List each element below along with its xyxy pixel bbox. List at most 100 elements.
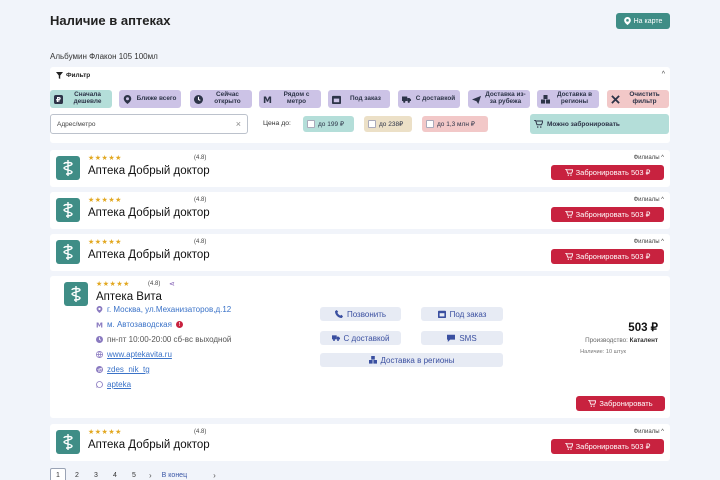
book-label: Забронировать 503 ₽ xyxy=(575,210,651,219)
branches-toggle[interactable]: Филиалы ^ xyxy=(634,197,664,203)
price-option-label: до 1,3 млн ₽ xyxy=(437,121,475,128)
reservable-label: Можно забронировать xyxy=(547,120,620,128)
call-label: Позвонить xyxy=(346,309,387,319)
address-input[interactable]: Адрес/метро × xyxy=(50,114,248,134)
map-button[interactable]: На карте xyxy=(616,13,670,29)
page-5[interactable]: 5 xyxy=(126,468,142,480)
rating-stars: ★★★★★ xyxy=(88,197,122,204)
metro-row: M м. Автозаводская ! xyxy=(96,320,183,329)
page-title: Наличие в аптеках xyxy=(50,13,171,28)
chip-clear-filter[interactable]: Очистить фильтр xyxy=(607,90,669,108)
chip-label: Рядом с метро xyxy=(283,91,310,105)
hours-text: пн-пт 10:00-20:00 сб-вс выходной xyxy=(107,335,232,344)
chip-cheapest-first[interactable]: ₽ Сначала дешевле xyxy=(50,90,112,108)
price-option-238[interactable]: до 238₽ xyxy=(364,116,412,132)
website-link[interactable]: www.aptekavita.ru xyxy=(107,350,172,359)
pharmacy-name[interactable]: Аптека Добрый доктор xyxy=(88,207,210,219)
pharmacy-logo-icon xyxy=(56,156,80,180)
share-icon[interactable]: ⋖ xyxy=(169,280,175,288)
last-page-arrow-icon[interactable]: › xyxy=(213,471,216,480)
pharmacy-logo-icon xyxy=(56,430,80,454)
book-button[interactable]: Забронировать 503 ₽ xyxy=(551,165,664,180)
pharmacy-name[interactable]: Аптека Добрый доктор xyxy=(88,439,210,451)
rating-value: (4.8) xyxy=(194,155,207,161)
price-option-label: до 238₽ xyxy=(379,121,404,128)
boxes-icon xyxy=(368,356,377,364)
manufacturer-label: Производство: xyxy=(585,337,628,344)
price-label: Цена до: xyxy=(263,120,291,127)
chip-delivery-regions[interactable]: Доставка в регионы xyxy=(537,90,599,108)
clear-icon[interactable]: × xyxy=(236,119,241,129)
address-placeholder: Адрес/метро xyxy=(57,120,96,128)
calendar-icon xyxy=(437,310,446,318)
book-button[interactable]: Забронировать xyxy=(576,396,665,411)
call-button[interactable]: Позвонить xyxy=(320,307,401,321)
cart-icon xyxy=(564,211,573,218)
chip-near-metro[interactable]: M Рядом с метро xyxy=(259,90,321,108)
hours-row: пн-пт 10:00-20:00 сб-вс выходной xyxy=(96,335,231,344)
chip-label: Доставка в регионы xyxy=(556,91,593,105)
pharmacy-name[interactable]: Аптека Добрый доктор xyxy=(88,165,210,177)
branches-toggle[interactable]: Филиалы ^ xyxy=(634,239,664,245)
checkbox[interactable] xyxy=(426,120,434,128)
cart-icon xyxy=(588,400,597,407)
truck-icon xyxy=(331,335,340,341)
book-label: Забронировать 503 ₽ xyxy=(575,442,651,451)
telegram-link[interactable]: zdes_nik_tg xyxy=(107,365,150,374)
regional-delivery-label: Доставка в регионы xyxy=(380,355,455,365)
location-pin-icon xyxy=(123,94,132,104)
page-1[interactable]: 1 xyxy=(50,468,66,480)
pharmacy-card: ★★★★★ (4.8) Аптека Добрый доктор Филиалы… xyxy=(50,234,670,271)
location-pin-icon xyxy=(623,17,631,25)
cart-icon xyxy=(564,169,573,176)
pharmacy-name[interactable]: Аптека Добрый доктор xyxy=(88,249,210,261)
sms-button[interactable]: SMS xyxy=(421,331,503,345)
chip-on-order[interactable]: Под заказ xyxy=(328,90,390,108)
collapse-caret-icon[interactable]: ^ xyxy=(662,71,665,78)
filter-header[interactable]: Фильтр xyxy=(56,72,90,79)
page-4[interactable]: 4 xyxy=(107,468,123,480)
rating-stars: ★★★★★ xyxy=(88,155,122,162)
book-button[interactable]: Забронировать 503 ₽ xyxy=(551,207,664,222)
clock-icon xyxy=(96,336,103,343)
page-2[interactable]: 2 xyxy=(69,468,85,480)
book-label: Забронировать 503 ₽ xyxy=(575,168,651,177)
plane-icon xyxy=(472,95,481,104)
checkbox[interactable] xyxy=(307,120,315,128)
page-3[interactable]: 3 xyxy=(88,468,104,480)
next-page-icon[interactable]: › xyxy=(149,471,152,480)
whatsapp-icon xyxy=(96,381,103,388)
cart-icon xyxy=(534,120,543,128)
chip-nearest[interactable]: Ближе всего xyxy=(119,90,181,108)
price-option-1-3m[interactable]: до 1,3 млн ₽ xyxy=(422,116,488,132)
chip-delivery[interactable]: С доставкой xyxy=(398,90,460,108)
chip-open-now[interactable]: Сейчас открыто xyxy=(190,90,252,108)
reservable-toggle[interactable]: Можно забронировать xyxy=(530,114,669,134)
price: 503 ₽ xyxy=(628,322,658,334)
rating-value: (4.8) xyxy=(148,281,161,287)
regional-delivery-button[interactable]: Доставка в регионы xyxy=(320,353,503,367)
filter-icon xyxy=(56,72,63,79)
metro-icon: M xyxy=(96,321,103,328)
manufacturer: Производство: Каталент xyxy=(585,337,658,344)
book-button[interactable]: Забронировать 503 ₽ xyxy=(551,249,664,264)
metro-icon: M xyxy=(263,96,272,104)
on-order-button[interactable]: Под заказ xyxy=(421,307,503,321)
branches-toggle[interactable]: Филиалы ^ xyxy=(634,155,664,161)
pharmacy-card: ★★★★★ (4.8) Аптека Добрый доктор Филиалы… xyxy=(50,424,670,461)
globe-icon xyxy=(96,351,103,358)
address-text[interactable]: г. Москва, ул.Механизаторов,д.12 xyxy=(107,305,231,314)
branches-toggle[interactable]: Филиалы ^ xyxy=(634,429,664,435)
chip-delivery-abroad[interactable]: Доставка из-за рубежа xyxy=(468,90,530,108)
whatsapp-link[interactable]: apteka xyxy=(107,380,131,389)
map-button-label: На карте xyxy=(633,17,663,25)
delivery-button[interactable]: С доставкой xyxy=(320,331,401,345)
pagination: 1 2 3 4 5 › В конец › xyxy=(50,468,226,480)
checkbox[interactable] xyxy=(368,120,376,128)
svg-text:₽: ₽ xyxy=(56,95,61,104)
book-label: Забронировать xyxy=(599,399,653,408)
price-option-199[interactable]: до 199 ₽ xyxy=(303,116,354,132)
last-page-link[interactable]: В конец xyxy=(162,472,187,479)
filter-panel: Фильтр ^ ₽ Сначала дешевле Ближе всего С… xyxy=(50,67,670,143)
book-button[interactable]: Забронировать 503 ₽ xyxy=(551,439,664,454)
